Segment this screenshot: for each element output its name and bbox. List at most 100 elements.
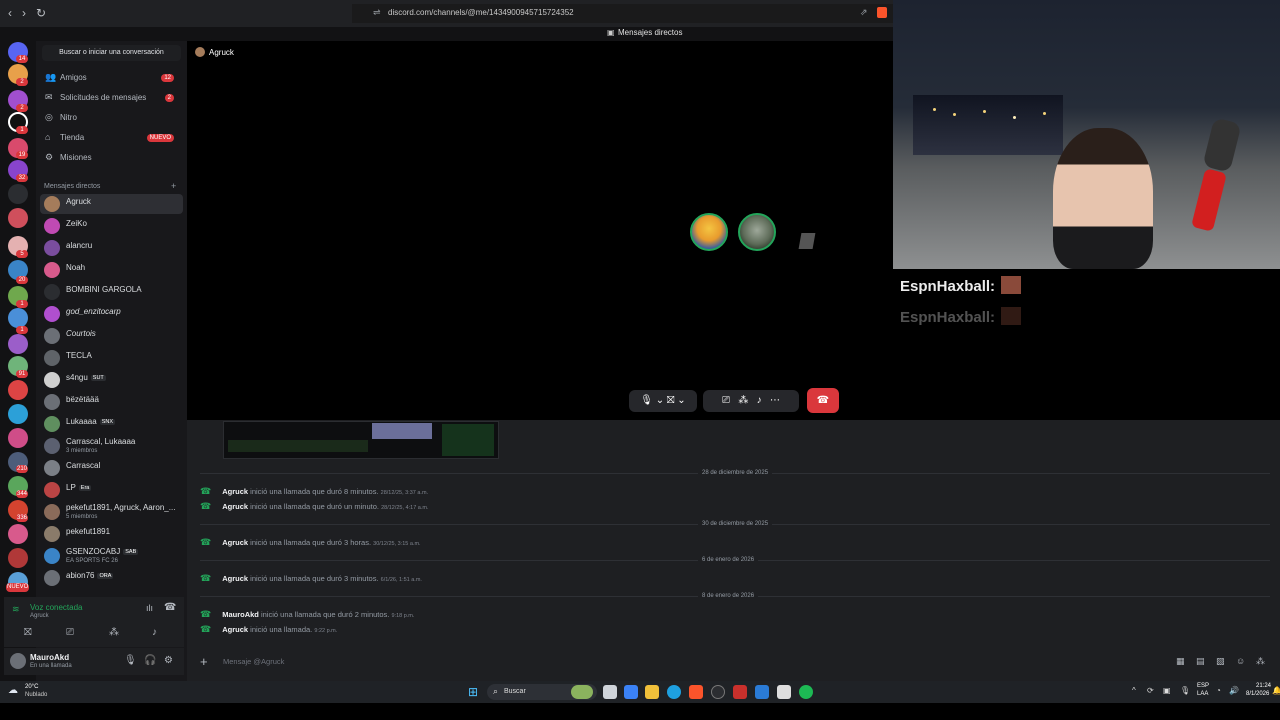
voice-status[interactable]: Voz conectada — [30, 603, 82, 612]
dm-item[interactable]: Agruck — [40, 194, 183, 214]
camera-off-icon[interactable]: ⛝ — [24, 627, 32, 638]
message-author[interactable]: MauroAkd — [222, 610, 259, 619]
language-code[interactable]: ESP — [1197, 683, 1209, 689]
disconnect-icon[interactable]: ☎ — [164, 602, 176, 613]
message-timestamp: 28/12/25, 3:37 a.m. — [380, 490, 429, 496]
volume-icon[interactable]: 🔊 — [1229, 686, 1239, 695]
server-icon[interactable] — [8, 428, 28, 448]
soundboard-icon[interactable]: ♪ — [152, 627, 157, 638]
dm-item[interactable]: LP Era — [40, 480, 183, 500]
avatar — [44, 438, 60, 454]
server-icon[interactable] — [8, 524, 28, 544]
apps-icon[interactable]: ⁂ — [1256, 656, 1265, 667]
screen-share-icon[interactable]: ⎚ — [66, 627, 74, 638]
server-icon[interactable] — [8, 380, 28, 400]
image-attachment[interactable] — [223, 421, 499, 459]
brave-shield-icon[interactable] — [877, 7, 887, 18]
calendar-app-icon[interactable] — [733, 685, 747, 699]
server-icon[interactable] — [8, 548, 28, 568]
forward-icon[interactable]: › — [22, 6, 26, 20]
participant-avatar[interactable] — [690, 213, 728, 251]
server-icon[interactable] — [8, 404, 28, 424]
file-explorer-icon[interactable] — [645, 685, 659, 699]
nav-friends[interactable]: 👥 Amigos 12 — [44, 69, 180, 87]
dm-item[interactable]: BOMBINI GARGOLA — [40, 282, 183, 302]
obs-icon[interactable] — [711, 685, 725, 699]
message-author[interactable]: Agruck — [222, 625, 248, 634]
message-author[interactable]: Agruck — [222, 487, 248, 496]
gift-icon[interactable]: ▦ — [1176, 656, 1185, 667]
sync-icon[interactable]: ⟳ — [1147, 686, 1154, 695]
dm-item[interactable]: bëzëtäää — [40, 392, 183, 412]
back-icon[interactable]: ‹ — [8, 6, 12, 20]
microphone-icon[interactable]: 🎙 — [124, 655, 137, 666]
server-icon[interactable] — [8, 334, 28, 354]
hang-up-button[interactable]: ☎ — [807, 388, 839, 413]
message-author[interactable]: Agruck — [222, 574, 248, 583]
settings-gear-icon[interactable]: ⚙ — [164, 655, 173, 666]
notepad-icon[interactable] — [777, 685, 791, 699]
task-view-icon[interactable] — [603, 685, 617, 699]
dm-item[interactable]: pekefut1891, Agruck, Aaron_... 5 miembros — [40, 502, 183, 522]
message-author[interactable]: Agruck — [222, 538, 248, 547]
mic-tray-icon[interactable]: 🎙 — [1180, 686, 1190, 695]
dm-item[interactable]: TECLA — [40, 348, 183, 368]
tray-app-icon[interactable]: ▣ — [1163, 686, 1171, 695]
gif-icon[interactable]: ▤ — [1196, 656, 1205, 667]
edge-icon[interactable] — [667, 685, 681, 699]
weather-icon[interactable]: ☁ — [8, 685, 18, 696]
headphones-icon[interactable]: 🎧 — [144, 655, 156, 666]
dm-item[interactable]: pekefut1891 — [40, 524, 183, 544]
notifications-icon[interactable]: 🔔 — [1272, 686, 1280, 695]
add-attachment-icon[interactable]: + — [200, 654, 208, 669]
nav-message-requests[interactable]: ✉ Solicitudes de mensajes 2 — [44, 89, 180, 107]
address-bar[interactable]: ⇌ discord.com/channels/@me/1434900945715… — [352, 4, 893, 23]
message-timestamp: 30/12/25, 3:15 a.m. — [373, 541, 421, 547]
activities-icon[interactable]: ⁂ — [109, 627, 119, 638]
nav-store[interactable]: ⌂ Tienda NUEVO — [44, 129, 180, 147]
chevron-up-icon[interactable]: ^ — [1132, 686, 1136, 695]
paint-icon[interactable] — [755, 685, 769, 699]
nav-label: Amigos — [60, 73, 87, 82]
activity-controls[interactable]: ⎚ ⁂ ♪ ⋯ — [703, 390, 799, 412]
sticker-icon[interactable]: ▧ — [1216, 656, 1225, 667]
mic-control-button[interactable]: 🎙 ⌄ ⛝ ⌄ — [629, 390, 697, 412]
share-icon[interactable]: ⇗ — [860, 7, 868, 18]
nav-nitro[interactable]: ◎ Nitro — [44, 109, 180, 127]
widgets-icon[interactable] — [624, 685, 638, 699]
spotify-icon[interactable] — [799, 685, 813, 699]
site-info-icon[interactable]: ⇌ — [373, 7, 381, 18]
search-conversation-button[interactable]: Buscar o iniciar una conversación — [42, 45, 181, 61]
emoji-icon[interactable]: ☺ — [1236, 656, 1245, 666]
dm-item[interactable]: s4ngu SUT — [40, 370, 183, 390]
avatar[interactable] — [10, 653, 26, 669]
wifi-icon[interactable]: ◔ — [1216, 686, 1221, 695]
clock-time[interactable]: 21:24 — [1256, 683, 1271, 689]
windows-start-icon[interactable]: ⊞ — [468, 685, 478, 699]
create-dm-icon[interactable]: + — [171, 181, 176, 191]
dm-item[interactable]: Carrascal — [40, 458, 183, 478]
dm-item[interactable]: alancru — [40, 238, 183, 258]
message-author[interactable]: Agruck — [222, 502, 248, 511]
reload-icon[interactable]: ↻ — [36, 6, 46, 20]
dm-item[interactable]: Lukaaaa SNX — [40, 414, 183, 434]
server-icon[interactable] — [8, 308, 28, 328]
user-name[interactable]: MauroAkd — [30, 653, 69, 662]
dm-item[interactable]: GSENZOCABJ SAB EA SPORTS FC 26 — [40, 546, 183, 566]
nav-quests[interactable]: ⚙ Misiones — [44, 149, 180, 167]
noise-suppression-icon[interactable]: ılı — [146, 603, 153, 613]
participant-avatar[interactable] — [738, 213, 776, 251]
server-icon[interactable] — [8, 208, 28, 228]
dm-item[interactable]: Courtois — [40, 326, 183, 346]
brave-icon[interactable] — [689, 685, 703, 699]
nav-badge: 2 — [164, 94, 174, 102]
server-icon[interactable] — [8, 184, 28, 204]
dm-item[interactable]: Carrascal, Lukaaaa 3 miembros — [40, 436, 183, 456]
camera-off-icon: ⛝ ⌄ — [666, 395, 686, 406]
dm-item[interactable]: god_enzitocarp — [40, 304, 183, 324]
dm-item[interactable]: ZeiKo — [40, 216, 183, 236]
taskbar-search[interactable]: ⌕ Buscar — [487, 684, 597, 700]
dm-item[interactable]: abion76 ORA — [40, 568, 183, 588]
message-input[interactable]: Mensaje @Agruck — [223, 657, 284, 666]
dm-item[interactable]: Noah — [40, 260, 183, 280]
